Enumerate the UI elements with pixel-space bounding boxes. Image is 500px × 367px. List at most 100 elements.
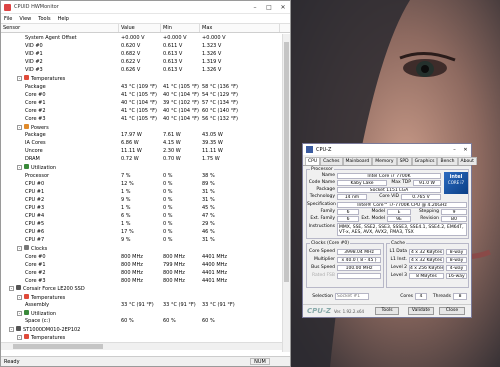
tab-memory[interactable]: Memory	[372, 157, 397, 165]
tree-group-row[interactable]: - Clocks	[1, 244, 284, 252]
sensor-row[interactable]: Package 17.97 W 7.61 W 43.05 W	[1, 131, 284, 139]
collapse-toggle-icon[interactable]: -	[9, 326, 14, 332]
minimize-icon[interactable]: –	[449, 147, 460, 153]
minimize-icon[interactable]: –	[248, 1, 262, 14]
sensor-row[interactable]: Processor 7 % 0 % 38 %	[1, 172, 284, 180]
sensor-row[interactable]: Assembly 33 °C (91 °F) 33 °C (91 °F) 33 °C …	[1, 301, 284, 309]
sensor-row[interactable]: Core #1 40 °C (104 °F) 39 °C (102 °F) 57 °C…	[1, 99, 284, 107]
sensor-row[interactable]: CPU #1 1 % 0 % 31 %	[1, 188, 284, 196]
column-value[interactable]: Value	[119, 24, 161, 32]
sensor-row[interactable]: CPU #5 1 % 0 % 29 %	[1, 220, 284, 228]
sensor-row[interactable]: Core #2 800 MHz 800 MHz 4401 MHz	[1, 269, 284, 277]
sensor-row[interactable]: CPU #0 12 % 0 % 89 %	[1, 180, 284, 188]
sensor-min: 60 %	[163, 318, 176, 325]
horizontal-scroll-thumb[interactable]	[13, 344, 103, 349]
column-sensor[interactable]: Sensor	[1, 24, 119, 32]
sensor-row[interactable]: VID #3 0.626 V 0.613 V 1.326 V	[1, 66, 284, 74]
sensor-label: Clocks	[31, 245, 48, 252]
validate-button[interactable]: Validate	[408, 307, 434, 315]
hwmonitor-titlebar[interactable]: CPUID HWMonitor – □ ✕	[1, 1, 290, 14]
sensor-row[interactable]: Core #0 41 °C (105 °F) 40 °C (104 °F) 54 °C…	[1, 91, 284, 99]
sensor-row[interactable]: CPU #6 17 % 0 % 46 %	[1, 228, 284, 236]
sensor-label: CPU #5	[25, 221, 45, 228]
tree-group-row[interactable]: - Utilization	[1, 309, 284, 317]
sensor-name-cell: - Utilization	[1, 309, 119, 317]
collapse-toggle-icon[interactable]: -	[17, 76, 22, 82]
collapse-toggle-icon[interactable]: -	[9, 286, 14, 292]
tab-cpu[interactable]: CPU	[305, 157, 321, 165]
tree-group-row[interactable]: - Temperatures	[1, 74, 284, 82]
sensor-row[interactable]: Core #3 41 °C (105 °F) 40 °C (104 °F) 56 °C…	[1, 115, 284, 123]
menu-help[interactable]: Help	[58, 16, 69, 22]
busspeed-field: 100.00 MHz	[337, 265, 381, 271]
sensor-name-cell: CPU #1	[1, 189, 119, 195]
close-icon[interactable]: ✕	[460, 147, 471, 153]
tab-graphics[interactable]: Graphics	[411, 157, 438, 165]
tree-group-row[interactable]: - Utilization	[1, 164, 284, 172]
tools-button[interactable]: Tools	[375, 307, 399, 315]
tree-group-row[interactable]: - Temperatures	[1, 333, 284, 341]
sensor-row[interactable]: VID #1 0.682 V 0.613 V 1.326 V	[1, 50, 284, 58]
threads-field: 8	[453, 293, 467, 300]
close-button[interactable]: Close	[439, 307, 465, 315]
sensor-min: 0 %	[163, 188, 173, 195]
tree-group-row[interactable]: - Corsair Force LE200 SSD	[1, 285, 284, 293]
sensor-value: 41 °C (105 °F)	[121, 115, 157, 122]
sensor-name-cell: - Corsair Force LE200 SSD	[1, 285, 119, 292]
sensor-row[interactable]: Space (c:) 60 % 60 % 60 %	[1, 317, 284, 325]
tree-group-row[interactable]: - Temperatures	[1, 293, 284, 301]
sensor-row[interactable]: CPU #4 6 % 0 % 47 %	[1, 212, 284, 220]
tab-bench[interactable]: Bench	[437, 157, 458, 165]
sensor-row[interactable]: Core #3 800 MHz 800 MHz 4401 MHz	[1, 277, 284, 285]
cpuz-title: CPU-Z	[316, 146, 332, 153]
tab-about[interactable]: About	[457, 157, 477, 165]
menu-file[interactable]: File	[4, 16, 12, 22]
vertical-scroll-thumb[interactable]	[284, 42, 289, 282]
sensor-row[interactable]: Core #2 41 °C (105 °F) 40 °C (104 °F) 60 °C…	[1, 107, 284, 115]
cpuz-titlebar[interactable]: CPU-Z – ✕	[303, 144, 471, 155]
sensor-row[interactable]: Core #1 800 MHz 799 MHz 4400 MHz	[1, 261, 284, 269]
sensor-name-cell: - Powers	[1, 123, 119, 131]
sensor-row[interactable]: System Agent Offset +0.000 V +0.000 V +0.00…	[1, 34, 284, 42]
horizontal-scrollbar[interactable]	[1, 342, 284, 350]
column-max[interactable]: Max	[200, 24, 280, 32]
sensor-label: Core #1	[25, 99, 46, 106]
sensor-label: Core #1	[25, 261, 46, 268]
sensor-row[interactable]: DRAM 0.72 W 0.70 W 1.75 W	[1, 155, 284, 163]
maximize-icon[interactable]: □	[262, 1, 276, 14]
collapse-toggle-icon[interactable]: -	[17, 310, 22, 316]
collapse-toggle-icon[interactable]: -	[17, 165, 22, 171]
package-field: Socket 1151 LGA	[337, 187, 441, 193]
menu-tools[interactable]: Tools	[38, 16, 50, 22]
sensor-row[interactable]: CPU #7 9 % 0 % 31 %	[1, 236, 284, 244]
sensor-min: 800 MHz	[163, 253, 185, 260]
vertical-scrollbar[interactable]	[282, 34, 290, 352]
sensor-row[interactable]: Uncore 11.11 W 2.30 W 11.11 W	[1, 147, 284, 155]
selection-label: Selection	[312, 294, 333, 299]
sensor-name-cell: Core #2	[1, 108, 119, 114]
menu-view[interactable]: View	[19, 16, 31, 22]
collapse-toggle-icon[interactable]: -	[17, 335, 22, 341]
sensor-name-cell: Core #1	[1, 262, 119, 268]
collapse-toggle-icon[interactable]: -	[17, 294, 22, 300]
column-min[interactable]: Min	[161, 24, 200, 32]
tab-spd[interactable]: SPD	[396, 157, 412, 165]
tree-group-row[interactable]: - Powers	[1, 123, 284, 131]
l1inst-label: L1 Inst.	[390, 257, 407, 262]
collapse-toggle-icon[interactable]: -	[17, 245, 22, 251]
sensor-max: 11.11 W	[202, 148, 223, 155]
collapse-toggle-icon[interactable]: -	[17, 124, 22, 130]
tab-caches[interactable]: Caches	[320, 157, 343, 165]
sensor-row[interactable]: VID #2 0.622 V 0.613 V 1.319 V	[1, 58, 284, 66]
sensor-row[interactable]: Core #0 800 MHz 800 MHz 4401 MHz	[1, 253, 284, 261]
selection-dropdown[interactable]: Socket #1	[335, 293, 369, 300]
close-icon[interactable]: ✕	[276, 1, 290, 14]
tab-mainboard[interactable]: Mainboard	[342, 157, 373, 165]
tree-group-row[interactable]: - ST1000DM010-2EP102	[1, 325, 284, 333]
sensor-row[interactable]: CPU #2 9 % 0 % 31 %	[1, 196, 284, 204]
sensor-tree[interactable]: System Agent Offset +0.000 V +0.000 V +0.00…	[1, 34, 284, 342]
sensor-row[interactable]: CPU #3 1 % 0 % 45 %	[1, 204, 284, 212]
sensor-row[interactable]: IA Cores 6.86 W 4.15 W 39.35 W	[1, 139, 284, 147]
sensor-row[interactable]: VID #0 0.620 V 0.611 V 1.323 V	[1, 42, 284, 50]
sensor-row[interactable]: Package 43 °C (109 °F) 41 °C (105 °F) 58 °C…	[1, 83, 284, 91]
